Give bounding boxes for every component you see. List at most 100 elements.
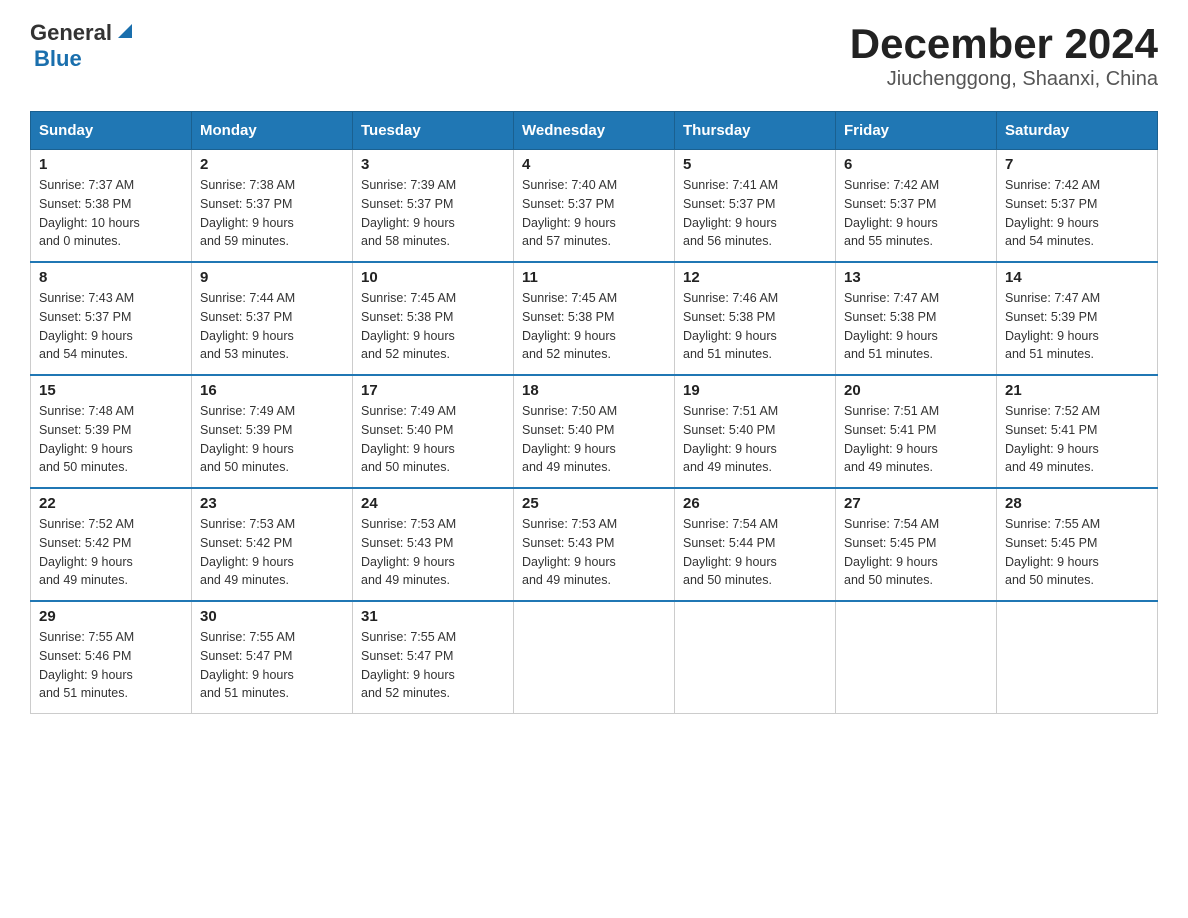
- day-info: Sunrise: 7:41 AMSunset: 5:37 PMDaylight:…: [683, 176, 827, 251]
- calendar-cell: 16 Sunrise: 7:49 AMSunset: 5:39 PMDayligh…: [192, 375, 353, 488]
- day-number: 30: [200, 608, 344, 625]
- calendar-cell: 28Sunrise: 7:55 AMSunset: 5:45 PMDayligh…: [997, 488, 1158, 601]
- day-number: 4: [522, 156, 666, 173]
- calendar-table: SundayMondayTuesdayWednesdayThursdayFrid…: [30, 111, 1158, 714]
- day-number: 31: [361, 608, 505, 625]
- calendar-cell: 31 Sunrise: 7:55 AMSunset: 5:47 PMDayligh…: [353, 601, 514, 714]
- day-info: Sunrise: 7:53 AMSunset: 5:43 PMDaylight:…: [522, 515, 666, 590]
- day-info: Sunrise: 7:55 AMSunset: 5:47 PMDaylight:…: [200, 628, 344, 703]
- calendar-week-row: 22 Sunrise: 7:52 AMSunset: 5:42 PMDayligh…: [31, 488, 1158, 601]
- logo: General Blue: [30, 20, 136, 72]
- col-header-wednesday: Wednesday: [514, 112, 675, 150]
- day-info: Sunrise: 7:51 AMSunset: 5:40 PMDaylight:…: [683, 402, 827, 477]
- day-info: Sunrise: 7:51 AMSunset: 5:41 PMDaylight:…: [844, 402, 988, 477]
- day-number: 3: [361, 156, 505, 173]
- day-info: Sunrise: 7:47 AMSunset: 5:38 PMDaylight:…: [844, 289, 988, 364]
- day-info: Sunrise: 7:50 AMSunset: 5:40 PMDaylight:…: [522, 402, 666, 477]
- calendar-week-row: 8 Sunrise: 7:43 AMSunset: 5:37 PMDaylight…: [31, 262, 1158, 375]
- day-info: Sunrise: 7:53 AMSunset: 5:43 PMDaylight:…: [361, 515, 505, 590]
- day-number: 19: [683, 382, 827, 399]
- calendar-cell: 29Sunrise: 7:55 AMSunset: 5:46 PMDayligh…: [31, 601, 192, 714]
- calendar-cell: 1Sunrise: 7:37 AMSunset: 5:38 PMDaylight…: [31, 150, 192, 263]
- calendar-cell: 14Sunrise: 7:47 AMSunset: 5:39 PMDayligh…: [997, 262, 1158, 375]
- day-info: Sunrise: 7:52 AMSunset: 5:41 PMDaylight:…: [1005, 402, 1149, 477]
- day-info: Sunrise: 7:40 AMSunset: 5:37 PMDaylight:…: [522, 176, 666, 251]
- day-number: 5: [683, 156, 827, 173]
- calendar-cell: 5 Sunrise: 7:41 AMSunset: 5:37 PMDaylight…: [675, 150, 836, 263]
- calendar-cell: 22 Sunrise: 7:52 AMSunset: 5:42 PMDayligh…: [31, 488, 192, 601]
- calendar-cell: 24 Sunrise: 7:53 AMSunset: 5:43 PMDayligh…: [353, 488, 514, 601]
- calendar-cell: 26 Sunrise: 7:54 AMSunset: 5:44 PMDayligh…: [675, 488, 836, 601]
- day-info: Sunrise: 7:46 AMSunset: 5:38 PMDaylight:…: [683, 289, 827, 364]
- day-info: Sunrise: 7:47 AMSunset: 5:39 PMDaylight:…: [1005, 289, 1149, 364]
- col-header-sunday: Sunday: [31, 112, 192, 150]
- day-info: Sunrise: 7:42 AMSunset: 5:37 PMDaylight:…: [1005, 176, 1149, 251]
- logo-general-text: General: [30, 20, 112, 46]
- col-header-friday: Friday: [836, 112, 997, 150]
- calendar-cell: 20Sunrise: 7:51 AMSunset: 5:41 PMDayligh…: [836, 375, 997, 488]
- page-header: General Blue December 2024 Jiuchenggong,…: [30, 20, 1158, 91]
- logo-triangle-icon: [114, 20, 136, 42]
- day-number: 24: [361, 495, 505, 512]
- day-info: Sunrise: 7:54 AMSunset: 5:45 PMDaylight:…: [844, 515, 988, 590]
- calendar-cell: 9 Sunrise: 7:44 AMSunset: 5:37 PMDaylight…: [192, 262, 353, 375]
- calendar-cell: 19 Sunrise: 7:51 AMSunset: 5:40 PMDayligh…: [675, 375, 836, 488]
- calendar-cell: 10 Sunrise: 7:45 AMSunset: 5:38 PMDayligh…: [353, 262, 514, 375]
- day-info: Sunrise: 7:55 AMSunset: 5:47 PMDaylight:…: [361, 628, 505, 703]
- day-info: Sunrise: 7:49 AMSunset: 5:39 PMDaylight:…: [200, 402, 344, 477]
- calendar-cell: 23 Sunrise: 7:53 AMSunset: 5:42 PMDayligh…: [192, 488, 353, 601]
- calendar-cell: 30 Sunrise: 7:55 AMSunset: 5:47 PMDayligh…: [192, 601, 353, 714]
- day-number: 22: [39, 495, 183, 512]
- calendar-week-row: 15 Sunrise: 7:48 AMSunset: 5:39 PMDayligh…: [31, 375, 1158, 488]
- day-number: 17: [361, 382, 505, 399]
- day-number: 10: [361, 269, 505, 286]
- day-number: 9: [200, 269, 344, 286]
- day-number: 8: [39, 269, 183, 286]
- day-info: Sunrise: 7:53 AMSunset: 5:42 PMDaylight:…: [200, 515, 344, 590]
- calendar-cell: 3Sunrise: 7:39 AMSunset: 5:37 PMDaylight…: [353, 150, 514, 263]
- calendar-cell: 21 Sunrise: 7:52 AMSunset: 5:41 PMDayligh…: [997, 375, 1158, 488]
- day-info: Sunrise: 7:38 AMSunset: 5:37 PMDaylight:…: [200, 176, 344, 251]
- day-number: 25: [522, 495, 666, 512]
- day-number: 2: [200, 156, 344, 173]
- calendar-cell: 17 Sunrise: 7:49 AMSunset: 5:40 PMDayligh…: [353, 375, 514, 488]
- day-number: 11: [522, 269, 666, 286]
- day-info: Sunrise: 7:43 AMSunset: 5:37 PMDaylight:…: [39, 289, 183, 364]
- col-header-monday: Monday: [192, 112, 353, 150]
- calendar-week-row: 29Sunrise: 7:55 AMSunset: 5:46 PMDayligh…: [31, 601, 1158, 714]
- day-number: 7: [1005, 156, 1149, 173]
- calendar-cell: 2 Sunrise: 7:38 AMSunset: 5:37 PMDaylight…: [192, 150, 353, 263]
- day-info: Sunrise: 7:55 AMSunset: 5:45 PMDaylight:…: [1005, 515, 1149, 590]
- calendar-cell: 18 Sunrise: 7:50 AMSunset: 5:40 PMDayligh…: [514, 375, 675, 488]
- day-info: Sunrise: 7:54 AMSunset: 5:44 PMDaylight:…: [683, 515, 827, 590]
- day-info: Sunrise: 7:44 AMSunset: 5:37 PMDaylight:…: [200, 289, 344, 364]
- calendar-cell: [514, 601, 675, 714]
- month-year-title: December 2024: [850, 20, 1158, 68]
- calendar-cell: [675, 601, 836, 714]
- calendar-cell: [836, 601, 997, 714]
- day-number: 13: [844, 269, 988, 286]
- calendar-cell: 6Sunrise: 7:42 AMSunset: 5:37 PMDaylight…: [836, 150, 997, 263]
- day-info: Sunrise: 7:45 AMSunset: 5:38 PMDaylight:…: [522, 289, 666, 364]
- day-info: Sunrise: 7:49 AMSunset: 5:40 PMDaylight:…: [361, 402, 505, 477]
- location-subtitle: Jiuchenggong, Shaanxi, China: [850, 68, 1158, 91]
- day-number: 18: [522, 382, 666, 399]
- day-number: 6: [844, 156, 988, 173]
- day-number: 26: [683, 495, 827, 512]
- day-number: 21: [1005, 382, 1149, 399]
- day-number: 23: [200, 495, 344, 512]
- day-number: 15: [39, 382, 183, 399]
- calendar-cell: 11 Sunrise: 7:45 AMSunset: 5:38 PMDayligh…: [514, 262, 675, 375]
- calendar-week-row: 1Sunrise: 7:37 AMSunset: 5:38 PMDaylight…: [31, 150, 1158, 263]
- calendar-cell: 13 Sunrise: 7:47 AMSunset: 5:38 PMDayligh…: [836, 262, 997, 375]
- calendar-header-row: SundayMondayTuesdayWednesdayThursdayFrid…: [31, 112, 1158, 150]
- day-number: 29: [39, 608, 183, 625]
- calendar-cell: 4 Sunrise: 7:40 AMSunset: 5:37 PMDaylight…: [514, 150, 675, 263]
- calendar-cell: 12Sunrise: 7:46 AMSunset: 5:38 PMDayligh…: [675, 262, 836, 375]
- day-info: Sunrise: 7:45 AMSunset: 5:38 PMDaylight:…: [361, 289, 505, 364]
- day-info: Sunrise: 7:52 AMSunset: 5:42 PMDaylight:…: [39, 515, 183, 590]
- day-number: 27: [844, 495, 988, 512]
- day-number: 16: [200, 382, 344, 399]
- day-number: 1: [39, 156, 183, 173]
- day-info: Sunrise: 7:48 AMSunset: 5:39 PMDaylight:…: [39, 402, 183, 477]
